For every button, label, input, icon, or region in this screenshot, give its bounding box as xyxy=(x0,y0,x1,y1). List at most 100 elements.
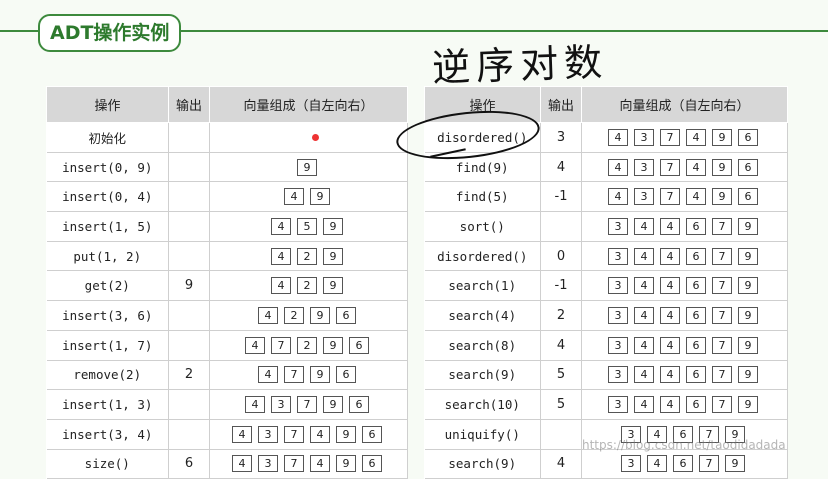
output-cell: 4 xyxy=(540,152,582,183)
vector-element: 2 xyxy=(297,277,317,295)
vector-element: 9 xyxy=(336,455,356,473)
vector-element: 3 xyxy=(608,396,628,414)
vector-element: 3 xyxy=(608,366,628,384)
vector-cell: 344679 xyxy=(581,270,788,302)
vector-element: 7 xyxy=(712,306,732,324)
vector-element: 3 xyxy=(608,277,628,295)
output-cell: 5 xyxy=(540,389,582,420)
table-row: put(1, 2) 4 2 9 xyxy=(46,241,408,272)
vector-element: 7 xyxy=(712,366,732,384)
vector-element: 3 xyxy=(271,396,291,414)
header-op: 操作 xyxy=(46,86,169,123)
vector-element: 4 xyxy=(271,217,291,235)
vector-element: 3 xyxy=(608,217,628,235)
output-cell: 5 xyxy=(540,360,582,391)
vector-cell: 47296 xyxy=(209,330,408,361)
operation-cell: insert(1, 7) xyxy=(46,330,169,361)
vector-cell: 34679 xyxy=(581,449,788,479)
output-cell xyxy=(168,300,210,331)
output-cell xyxy=(168,389,210,420)
vector-element: 7 xyxy=(699,455,719,473)
table-row: disordered() 0 3 4 4 6 7 9 xyxy=(424,241,788,272)
vector-element: 3 xyxy=(608,336,628,354)
operation-cell: get(2) xyxy=(46,270,169,302)
vector-element: 9 xyxy=(738,336,758,354)
vector-element: 2 xyxy=(297,247,317,265)
vector-element: 4 xyxy=(634,277,654,295)
table-row: search(8) 4 3 4 4 6 7 9 xyxy=(424,330,788,361)
vector-element: 6 xyxy=(738,128,758,146)
vector-element: 4 xyxy=(608,158,628,176)
vector-element: 4 xyxy=(634,306,654,324)
operation-cell: sort() xyxy=(424,211,541,242)
vector-element: 4 xyxy=(660,217,680,235)
output-cell: 6 xyxy=(168,449,210,479)
vector-element: 9 xyxy=(738,277,758,295)
table-row: insert(1, 7) 4 7 2 9 6 xyxy=(46,330,408,361)
vector-element: 6 xyxy=(686,306,706,324)
vector-element: 6 xyxy=(738,158,758,176)
vector-element: 9 xyxy=(738,247,758,265)
vector-element: 4 xyxy=(232,425,252,443)
header-vec: 向量组成（自左向右） xyxy=(209,86,408,123)
vector-element: 3 xyxy=(634,128,654,146)
vector-cell: 437496 xyxy=(581,122,788,153)
vector-cell: 437496 xyxy=(581,181,788,213)
vector-cell: 4796 xyxy=(209,360,408,391)
operation-cell: insert(3, 4) xyxy=(46,419,169,450)
vector-element: 3 xyxy=(621,455,641,473)
operation-cell: uniquify() xyxy=(424,419,541,450)
vector-cell: 43796 xyxy=(209,389,408,420)
vector-element: 9 xyxy=(323,336,343,354)
vector-cell xyxy=(209,122,408,153)
output-cell: 0 xyxy=(540,241,582,272)
vector-element: 6 xyxy=(349,336,369,354)
vector-element: 4 xyxy=(647,455,667,473)
operation-cell: put(1, 2) xyxy=(46,241,169,272)
vector-element: 4 xyxy=(232,455,252,473)
output-cell xyxy=(168,152,210,183)
vector-element: 4 xyxy=(271,277,291,295)
handwritten-note: 逆序对数 xyxy=(431,39,609,91)
vector-element: 6 xyxy=(686,277,706,295)
operation-cell: 初始化 xyxy=(46,122,169,153)
table-row: size() 6 4 3 7 4 9 6 xyxy=(46,449,408,479)
operation-cell: insert(3, 6) xyxy=(46,300,169,331)
operation-cell: remove(2) xyxy=(46,360,169,391)
vector-element: 9 xyxy=(738,217,758,235)
vector-cell: 344679 xyxy=(581,389,788,420)
operation-cell: search(9) xyxy=(424,360,541,391)
vector-element: 5 xyxy=(297,217,317,235)
vector-element: 9 xyxy=(712,188,732,206)
operation-cell: search(9) xyxy=(424,449,541,479)
vector-element: 4 xyxy=(686,128,706,146)
vector-element: 9 xyxy=(712,128,732,146)
vector-element: 4 xyxy=(660,277,680,295)
left-operation-table: 操作 输出 向量组成（自左向右） 初始化 insert(0, 9) 9 insert(… xyxy=(46,86,408,479)
vector-element: 4 xyxy=(258,366,278,384)
vector-element: 6 xyxy=(362,455,382,473)
table-row: insert(3, 4) 4 3 7 4 9 6 xyxy=(46,419,408,450)
vector-cell: 437496 xyxy=(581,152,788,183)
operation-cell: insert(0, 4) xyxy=(46,181,169,213)
vector-element: 7 xyxy=(660,158,680,176)
output-cell xyxy=(168,181,210,213)
vector-element: 2 xyxy=(297,336,317,354)
vector-cell: 437496 xyxy=(209,419,408,450)
table-row: insert(0, 4) 4 9 xyxy=(46,181,408,213)
table-row: insert(1, 3) 4 3 7 9 6 xyxy=(46,389,408,420)
output-cell xyxy=(168,241,210,272)
vector-element: 7 xyxy=(712,396,732,414)
vector-element: 7 xyxy=(660,128,680,146)
output-cell xyxy=(540,419,582,450)
vector-element: 4 xyxy=(660,396,680,414)
operation-cell: insert(1, 5) xyxy=(46,211,169,242)
operation-cell: search(8) xyxy=(424,330,541,361)
output-cell xyxy=(168,211,210,242)
table-row: search(4) 2 3 4 4 6 7 9 xyxy=(424,300,788,331)
vector-element: 7 xyxy=(284,366,304,384)
vector-element: 6 xyxy=(673,455,693,473)
vector-element: 4 xyxy=(310,425,330,443)
output-cell xyxy=(168,122,210,153)
table-row: insert(3, 6) 4 2 9 6 xyxy=(46,300,408,331)
